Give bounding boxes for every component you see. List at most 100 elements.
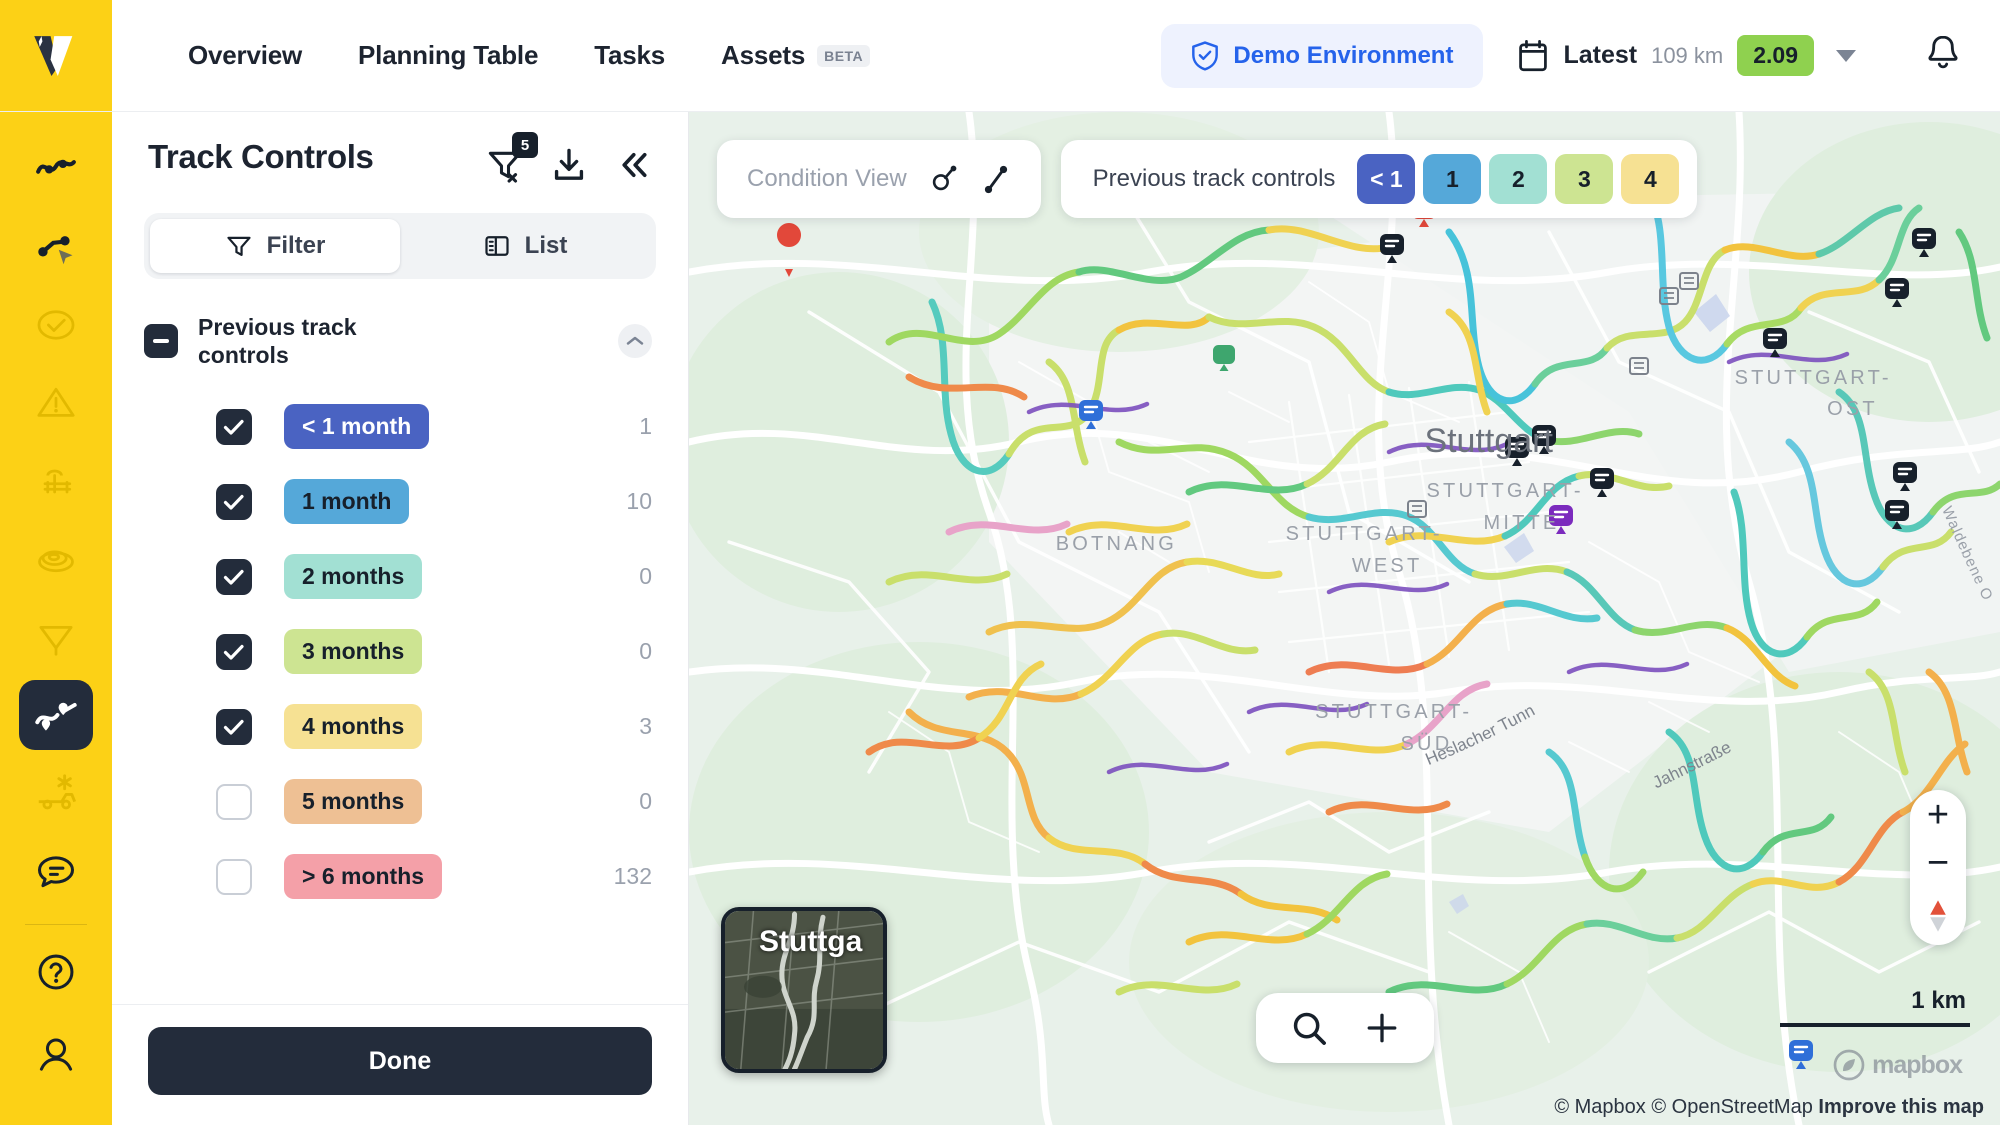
sign-icon — [34, 615, 78, 659]
filter-checkbox[interactable] — [216, 559, 252, 595]
previous-track-controls-label: Previous track controls — [1093, 165, 1336, 193]
filter-count: 0 — [639, 788, 652, 815]
filter-row[interactable]: 3 months 0 — [148, 614, 652, 689]
latest-label: Latest — [1563, 41, 1637, 70]
app-header: Overview Planning Table Tasks Assets BET… — [0, 0, 2000, 112]
filter-checkbox[interactable] — [216, 409, 252, 445]
map-area-label: Stuttgart — [1424, 422, 1553, 460]
condition-view-card[interactable]: Condition View — [717, 140, 1041, 218]
mapbox-logo[interactable]: mapbox — [1833, 1049, 1962, 1081]
rail-item-manholes[interactable] — [19, 524, 93, 594]
notifications-button[interactable] — [1926, 34, 1960, 77]
filter-row[interactable]: 4 months 3 — [148, 689, 652, 764]
tab-filter-label: Filter — [267, 232, 326, 260]
tab-list-label: List — [525, 232, 568, 260]
main-nav: Overview Planning Table Tasks Assets BET… — [112, 0, 898, 111]
legend-chip-2[interactable]: 2 — [1489, 154, 1547, 204]
improve-map-link[interactable]: Improve this map — [1818, 1096, 1984, 1118]
filter-row[interactable]: 5 months 0 — [148, 764, 652, 839]
minus-checkbox-icon[interactable] — [144, 324, 178, 358]
nav-item-planning-table[interactable]: Planning Table — [330, 40, 566, 71]
rail-item-help[interactable] — [19, 935, 93, 1009]
nav-item-assets[interactable]: Assets BETA — [693, 40, 898, 71]
map-area-label: STUTTGART- — [1315, 701, 1472, 723]
nav-label: Overview — [188, 40, 302, 71]
rail-item-signs[interactable] — [19, 602, 93, 672]
chevrons-left-icon — [614, 146, 652, 184]
filter-checkbox[interactable] — [216, 634, 252, 670]
analytics-icon — [34, 147, 78, 191]
warning-triangle-icon — [34, 381, 78, 425]
done-button[interactable]: Done — [148, 1027, 652, 1095]
legend-chip-lt1[interactable]: < 1 — [1357, 154, 1415, 204]
rail-item-analytics[interactable] — [19, 134, 93, 204]
rail-bottom-group — [19, 836, 93, 1125]
filter-checkbox[interactable] — [216, 484, 252, 520]
condition-score-badge: 2.09 — [1737, 35, 1814, 76]
map-canvas[interactable]: Heslacher Tunnel Jahnstraße Waldebene Os… — [689, 112, 2000, 1125]
bell-icon — [1926, 34, 1960, 72]
map-search-pill — [1256, 993, 1434, 1063]
filter-row[interactable]: > 6 months 132 — [148, 839, 652, 914]
tab-filter[interactable]: Filter — [150, 219, 400, 273]
filter-checkbox[interactable] — [216, 859, 252, 895]
filter-count: 0 — [639, 638, 652, 665]
rail-item-track-controls[interactable] — [19, 680, 93, 750]
filter-count: 10 — [626, 488, 652, 515]
rail-item-damages[interactable] — [19, 368, 93, 438]
nav-item-overview[interactable]: Overview — [160, 40, 330, 71]
filter-row[interactable]: 2 months 0 — [148, 539, 652, 614]
zoom-in-button[interactable]: + — [1927, 802, 1949, 829]
check-icon — [223, 418, 245, 436]
header-right-group: Demo Environment Latest 109 km 2.09 — [1161, 0, 2000, 111]
download-button[interactable] — [550, 146, 588, 189]
demo-environment-pill[interactable]: Demo Environment — [1161, 24, 1483, 88]
map-area-label: SÜD — [1401, 733, 1453, 755]
compass-icon — [1925, 899, 1951, 933]
collapse-panel-button[interactable] — [614, 146, 652, 189]
rail-item-feedback[interactable] — [19, 836, 93, 910]
app-logo[interactable] — [0, 0, 112, 111]
chevron-down-icon[interactable] — [1836, 50, 1856, 62]
rail-item-winter-service[interactable] — [19, 758, 93, 828]
legend-chip-4[interactable]: 4 — [1621, 154, 1679, 204]
segment-line-icon[interactable] — [981, 164, 1011, 194]
filter-checkbox[interactable] — [216, 784, 252, 820]
search-icon[interactable] — [1290, 1009, 1328, 1047]
filter-row[interactable]: < 1 month 1 — [148, 389, 652, 464]
nav-label: Tasks — [594, 40, 665, 71]
latest-survey-selector[interactable]: Latest 109 km 2.09 — [1517, 35, 1856, 76]
check-circle-icon — [34, 303, 78, 347]
rail-item-network[interactable] — [19, 212, 93, 282]
rail-item-user[interactable] — [19, 1017, 93, 1091]
panel-tabs: Filter List — [144, 213, 656, 279]
nav-item-tasks[interactable]: Tasks — [566, 40, 693, 71]
tab-list[interactable]: List — [400, 219, 650, 273]
filter-chip: 2 months — [284, 554, 422, 599]
chevron-up-icon[interactable] — [618, 324, 652, 358]
calendar-icon — [1517, 39, 1549, 73]
legend-chip-1[interactable]: 1 — [1423, 154, 1481, 204]
legend-chip-3[interactable]: 3 — [1555, 154, 1613, 204]
rail-item-approved[interactable] — [19, 290, 93, 360]
panel-footer: Done — [112, 1004, 688, 1125]
map-scale-label: 1 km — [1780, 987, 1970, 1015]
filter-row[interactable]: 1 month 10 — [148, 464, 652, 539]
page-title: Track Controls — [148, 138, 373, 176]
add-icon[interactable] — [1364, 1010, 1400, 1046]
beta-badge: BETA — [817, 45, 870, 67]
segment-circle-icon[interactable] — [929, 164, 959, 194]
manhole-icon — [34, 537, 78, 581]
track-controls-panel: Track Controls 5 — [112, 112, 689, 1125]
zoom-out-button[interactable]: − — [1927, 850, 1949, 877]
satellite-thumbnail[interactable]: Stuttga — [721, 907, 887, 1073]
filter-group-header[interactable]: Previous track controls — [112, 279, 688, 373]
clear-filters-button[interactable]: 5 — [486, 146, 524, 189]
rail-item-street-furniture[interactable] — [19, 446, 93, 516]
compass-button[interactable] — [1925, 899, 1951, 933]
map-scale-bar — [1780, 1023, 1970, 1027]
filter-count-badge: 5 — [512, 132, 538, 158]
map-top-controls: Condition View Previous track controls — [717, 140, 1697, 218]
filter-checkbox[interactable] — [216, 709, 252, 745]
filter-chip: < 1 month — [284, 404, 429, 449]
